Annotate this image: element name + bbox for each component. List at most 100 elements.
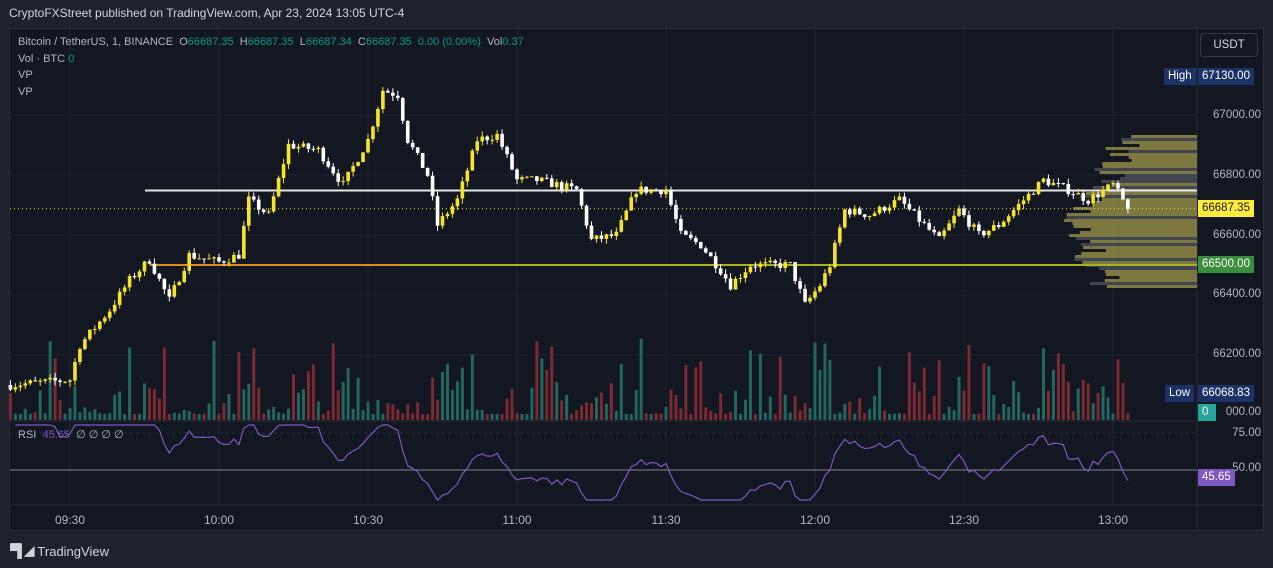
- volume-bar: [664, 406, 668, 420]
- candle-body: [574, 186, 579, 190]
- candle-body: [351, 165, 355, 172]
- candle-body: [500, 133, 504, 147]
- volume-bar: [704, 407, 708, 420]
- volume-profile-bar: [1105, 273, 1197, 276]
- volume-bar: [997, 413, 1001, 420]
- volume-bar: [23, 408, 27, 420]
- candle-body: [202, 258, 206, 260]
- volume-bar: [1086, 383, 1090, 420]
- candle-body: [1011, 210, 1016, 217]
- candle-body: [540, 177, 544, 182]
- brand-name: TradingView: [37, 543, 109, 559]
- volume-bar: [942, 413, 946, 420]
- volume-bar: [128, 347, 132, 420]
- volume-bar: [306, 371, 310, 420]
- candle-body: [778, 263, 783, 269]
- volume-profile-bar: [1122, 141, 1197, 144]
- candle-body: [182, 270, 187, 283]
- volume-bar: [212, 340, 216, 420]
- price-chart[interactable]: [0, 0, 1273, 568]
- candle-body: [465, 170, 470, 182]
- candle-body: [1056, 182, 1061, 184]
- candle-body: [356, 162, 360, 166]
- candle-body: [823, 273, 827, 287]
- volume-bar: [361, 410, 365, 420]
- volume-bar: [118, 391, 122, 420]
- volume-profile-bar: [1099, 267, 1197, 270]
- candle-body: [649, 189, 653, 193]
- candle-body: [629, 197, 634, 211]
- open-value: 66687.35: [187, 36, 234, 48]
- vp-legend-1[interactable]: VP: [18, 69, 33, 81]
- rsi-null-values: ∅ ∅ ∅ ∅: [76, 429, 124, 441]
- volume-bar: [743, 399, 747, 420]
- volume-bar: [659, 413, 663, 420]
- candle-body: [172, 285, 177, 297]
- candle-body: [947, 223, 951, 231]
- vp-legend-2[interactable]: VP: [18, 86, 33, 98]
- volume-bar: [873, 395, 877, 420]
- candle-body: [867, 216, 872, 218]
- volume-bar: [455, 381, 459, 420]
- rsi-tag: 45.65: [1198, 469, 1235, 486]
- volume-bar: [421, 413, 425, 420]
- volume-bar: [947, 406, 951, 420]
- candle-body: [460, 181, 465, 199]
- volume-bar: [957, 376, 961, 420]
- volume-bar: [1032, 413, 1036, 420]
- volume-bar: [88, 411, 92, 420]
- candle-body: [996, 225, 1001, 227]
- candle-body: [192, 252, 196, 259]
- volume-tick: 000.00: [1225, 406, 1261, 418]
- volume-bar: [922, 367, 926, 420]
- level-price-tag: 66500.00: [1198, 256, 1254, 273]
- volume-profile-bar: [1131, 159, 1197, 162]
- candle-body: [1096, 194, 1100, 197]
- candle-body: [53, 377, 57, 381]
- open-label: O: [179, 36, 188, 48]
- volume-profile-bar: [1074, 258, 1197, 261]
- volume-bar: [8, 393, 12, 420]
- candle-body: [887, 207, 892, 211]
- candle-body: [743, 272, 748, 278]
- candle-body: [723, 274, 728, 279]
- volume-bar: [157, 398, 161, 420]
- candle-body: [177, 282, 182, 286]
- volume-bar: [634, 390, 638, 420]
- volume-bar: [1096, 393, 1100, 420]
- volume-bar: [177, 413, 181, 420]
- volume-legend[interactable]: Vol · BTC 0: [18, 53, 74, 65]
- candle-body: [107, 311, 112, 318]
- volume-bar: [823, 343, 827, 420]
- low-value: 66687.34: [305, 36, 352, 48]
- rsi-tick-75: 75.00: [1232, 427, 1261, 439]
- candle-body: [331, 166, 336, 174]
- volume-bar: [853, 413, 857, 420]
- volume-bar: [326, 410, 330, 420]
- volume-bar: [1101, 386, 1105, 420]
- symbol-name[interactable]: Bitcoin / TetherUS, 1, BINANCE: [18, 36, 173, 48]
- tradingview-logo[interactable]: ▀▌◢ TradingView: [10, 543, 109, 559]
- currency-button[interactable]: USDT: [1200, 33, 1258, 57]
- candle-body: [952, 215, 956, 224]
- volume-bar: [1121, 383, 1125, 420]
- volume-profile-bar: [1119, 276, 1197, 279]
- volume-bar: [123, 413, 127, 420]
- candle-body: [698, 242, 703, 249]
- rsi-legend[interactable]: RSI 45.65 ∅ ∅ ∅ ∅: [18, 428, 124, 441]
- volume-profile-bar: [1079, 231, 1197, 234]
- candle-body: [669, 190, 673, 205]
- candle-body: [1026, 193, 1031, 201]
- candle-body: [644, 186, 648, 193]
- volume-bar: [28, 413, 32, 420]
- rsi-label: RSI: [18, 429, 37, 441]
- candle-body: [440, 216, 445, 226]
- volume-bar: [495, 413, 499, 420]
- volume-bar: [500, 413, 504, 420]
- volume-bar: [575, 410, 579, 420]
- volume-bar: [83, 407, 87, 420]
- volume-bar: [927, 413, 931, 420]
- volume-bar: [535, 341, 539, 420]
- volume-profile-bar: [1104, 270, 1197, 273]
- candle-body: [847, 209, 852, 215]
